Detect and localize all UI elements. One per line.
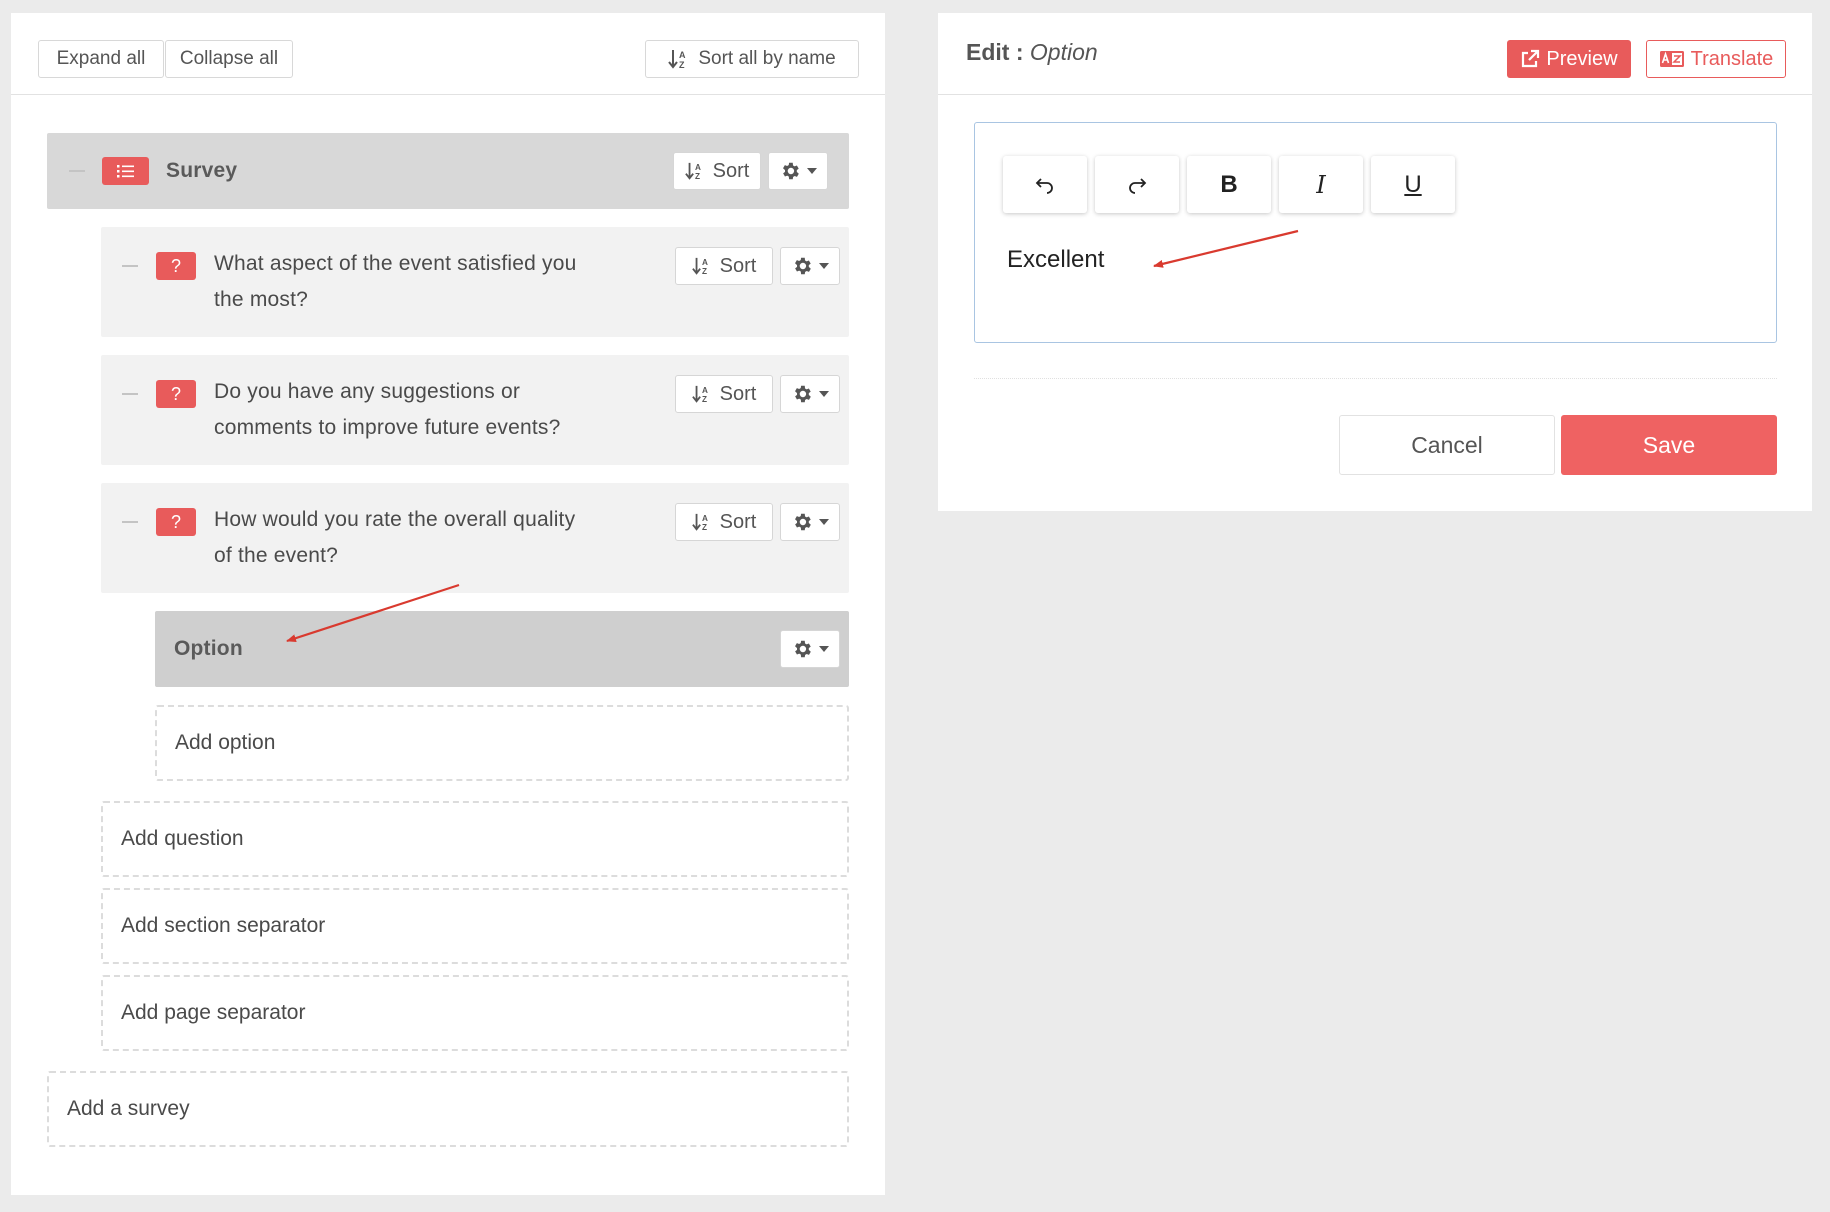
structure-panel: Expand all Collapse all A Z Sort all by … — [11, 13, 885, 1195]
add-question-button[interactable]: Add question — [101, 801, 849, 877]
add-survey-button[interactable]: Add a survey — [47, 1071, 849, 1147]
divider — [974, 378, 1777, 379]
collapse-all-button[interactable]: Collapse all — [165, 40, 293, 78]
edit-title-label: Edit : — [966, 39, 1024, 65]
translate-label: Translate — [1690, 47, 1774, 70]
sort-az-icon: A Z — [691, 512, 712, 532]
preview-label: Preview — [1546, 47, 1618, 70]
option-title: Option — [174, 637, 243, 660]
edit-title-item: Option — [1029, 39, 1098, 65]
gear-icon — [795, 640, 811, 658]
list-icon — [102, 157, 149, 185]
collapse-toggle[interactable] — [69, 170, 85, 172]
sort-label: Sort — [719, 510, 757, 533]
structure-toolbar: Expand all Collapse all A Z Sort all by … — [11, 13, 885, 95]
external-link-icon — [1522, 49, 1540, 68]
svg-text:Z: Z — [702, 267, 707, 276]
svg-text:A: A — [695, 163, 701, 172]
redo-icon — [1129, 177, 1147, 194]
svg-text:A: A — [702, 514, 708, 523]
sort-az-icon: A Z — [691, 384, 712, 404]
edit-title: Edit : Option — [966, 39, 1098, 66]
svg-text:Z: Z — [702, 395, 707, 404]
undo-icon — [1035, 177, 1053, 194]
chevron-down-icon — [819, 646, 829, 652]
preview-button[interactable]: Preview — [1507, 40, 1631, 78]
question-sort-button[interactable]: A Z Sort — [675, 375, 773, 413]
sort-label: Sort — [719, 382, 757, 405]
add-page-separator-button[interactable]: Add page separator — [101, 975, 849, 1051]
question-settings-menu[interactable] — [780, 503, 840, 541]
question-sort-button[interactable]: A Z Sort — [675, 247, 773, 285]
sort-az-icon: A Z — [668, 48, 690, 70]
svg-text:Z: Z — [695, 172, 700, 181]
sort-label: Sort — [712, 159, 750, 182]
question-node[interactable]: ? What aspect of the event satisfied you… — [101, 227, 849, 337]
editor-content[interactable]: Excellent — [1007, 246, 1104, 274]
question-icon: ? — [156, 252, 196, 280]
expand-all-button[interactable]: Expand all — [38, 40, 164, 78]
question-sort-button[interactable]: A Z Sort — [675, 503, 773, 541]
svg-text:Z: Z — [702, 523, 707, 532]
survey-node[interactable]: Survey A Z Sort — [47, 133, 849, 209]
translate-button[interactable]: Translate — [1646, 40, 1786, 78]
chevron-down-icon — [819, 519, 829, 525]
sort-az-icon: A Z — [691, 256, 712, 276]
svg-text:Z: Z — [679, 60, 685, 70]
question-text-line-2: of the event? — [214, 544, 339, 567]
question-node[interactable]: ? How would you rate the overall quality… — [101, 483, 849, 593]
chevron-down-icon — [819, 263, 829, 269]
undo-button[interactable] — [1003, 156, 1087, 213]
redo-button[interactable] — [1095, 156, 1179, 213]
question-text-line-1: Do you have any suggestions or — [214, 380, 521, 403]
translate-icon — [1659, 51, 1684, 67]
chevron-down-icon — [819, 391, 829, 397]
svg-text:A: A — [702, 258, 708, 267]
chevron-down-icon — [807, 168, 817, 174]
survey-title: Survey — [166, 159, 238, 182]
question-settings-menu[interactable] — [780, 247, 840, 285]
sort-label: Sort — [719, 254, 757, 277]
question-text-line-2: the most? — [214, 288, 309, 311]
edit-panel: Edit : Option Preview Translate B I U Ex… — [938, 13, 1812, 511]
question-node[interactable]: ? Do you have any suggestions or comment… — [101, 355, 849, 465]
option-node[interactable]: Option — [155, 611, 849, 687]
question-text-line-1: What aspect of the event satisfied you — [214, 252, 577, 275]
gear-icon — [783, 162, 799, 180]
question-text-line-2: comments to improve future events? — [214, 416, 561, 439]
collapse-toggle[interactable] — [122, 265, 138, 267]
survey-settings-menu[interactable] — [768, 152, 828, 190]
add-section-separator-button[interactable]: Add section separator — [101, 888, 849, 964]
option-settings-menu[interactable] — [780, 630, 840, 668]
gear-icon — [795, 385, 811, 403]
survey-sort-button[interactable]: A Z Sort — [673, 152, 761, 190]
italic-button[interactable]: I — [1279, 156, 1363, 213]
save-button[interactable]: Save — [1561, 415, 1777, 475]
sort-all-by-name-button[interactable]: A Z Sort all by name — [645, 40, 859, 78]
cancel-button[interactable]: Cancel — [1339, 415, 1555, 475]
underline-button[interactable]: U — [1371, 156, 1455, 213]
question-settings-menu[interactable] — [780, 375, 840, 413]
gear-icon — [795, 257, 811, 275]
sort-az-icon: A Z — [684, 161, 705, 181]
question-icon: ? — [156, 508, 196, 536]
collapse-toggle[interactable] — [122, 393, 138, 395]
gear-icon — [795, 513, 811, 531]
add-option-button[interactable]: Add option — [155, 705, 849, 781]
question-icon: ? — [156, 380, 196, 408]
collapse-toggle[interactable] — [122, 521, 138, 523]
question-text-line-1: How would you rate the overall quality — [214, 508, 576, 531]
sort-all-by-name-label: Sort all by name — [698, 48, 836, 69]
bold-button[interactable]: B — [1187, 156, 1271, 213]
svg-text:A: A — [679, 50, 686, 60]
edit-panel-header: Edit : Option Preview Translate — [938, 13, 1812, 95]
svg-text:A: A — [702, 386, 708, 395]
rich-text-editor[interactable]: B I U Excellent — [974, 122, 1777, 343]
